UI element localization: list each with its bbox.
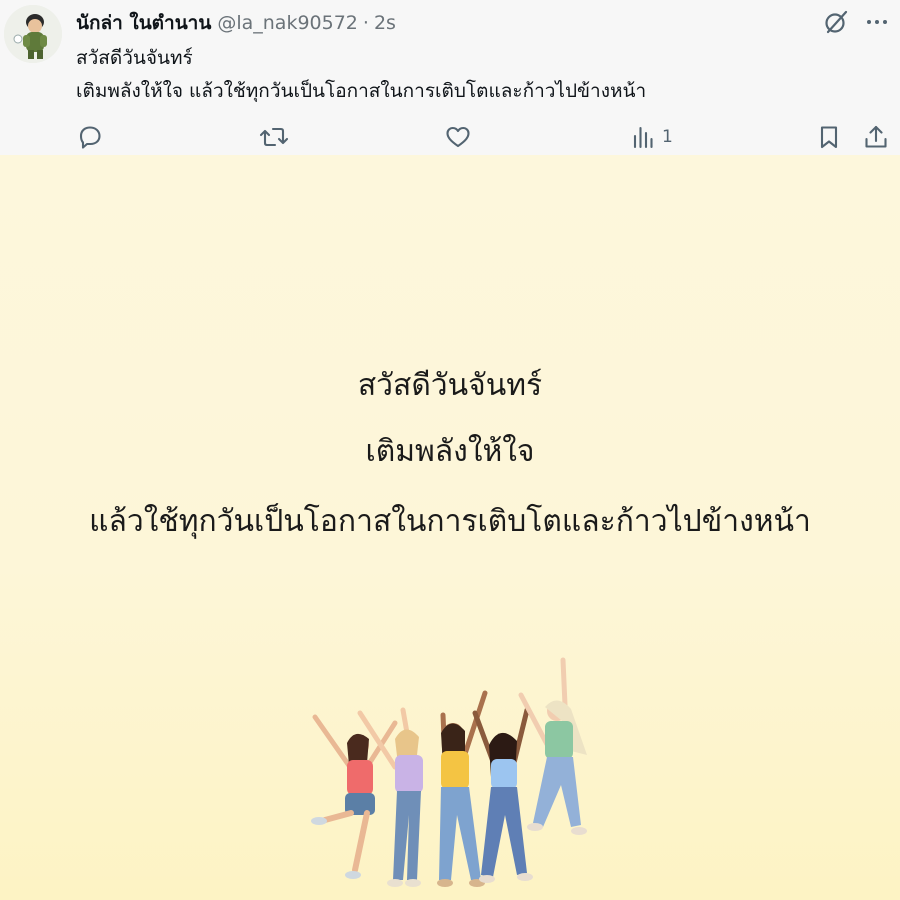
post-meta: นักล่า ในตำนาน @la_nak90572 · 2s xyxy=(76,8,396,34)
post-image[interactable]: สวัสดีวันจันทร์ เติมพลังให้ใจ แล้วใช้ทุก… xyxy=(0,155,900,900)
views-button[interactable]: 1 xyxy=(630,122,673,152)
dancer-4 xyxy=(472,707,533,883)
post-time[interactable]: 2s xyxy=(374,12,396,34)
action-bar: 1 xyxy=(0,122,900,152)
reply-button[interactable] xyxy=(76,122,110,152)
more-icon[interactable] xyxy=(864,9,890,35)
dancing-women-illustration xyxy=(311,657,587,887)
repost-icon xyxy=(259,127,289,147)
image-text-line3: แล้วใช้ทุกวันเป็นโอกาสในการเติบโตและก้าว… xyxy=(89,504,811,539)
share-button[interactable] xyxy=(862,122,890,152)
post-text: สวัสดีวันจันทร์ เติมพลังให้ใจ แล้วใช้ทุก… xyxy=(76,42,876,108)
grok-icon[interactable] xyxy=(822,8,850,36)
author-handle[interactable]: @la_nak90572 xyxy=(217,12,358,34)
post-text-line2: เติมพลังให้ใจ แล้วใช้ทุกวันเป็นโอกาสในกา… xyxy=(76,80,647,102)
repost-button[interactable] xyxy=(258,122,296,152)
meta-separator: · xyxy=(362,12,369,34)
post-text-line1: สวัสดีวันจันทร์ xyxy=(76,47,193,69)
avatar-soldier-illustration xyxy=(4,5,62,63)
image-text-line2: เติมพลังให้ใจ xyxy=(365,434,535,469)
bookmark-icon xyxy=(820,126,838,149)
post: นักล่า ในตำนาน @la_nak90572 · 2s สวัสดีว… xyxy=(0,0,900,900)
like-button[interactable] xyxy=(444,122,478,152)
share-icon xyxy=(865,125,887,148)
reply-icon xyxy=(79,126,101,149)
heart-icon xyxy=(446,126,470,148)
post-header: นักล่า ในตำนาน @la_nak90572 · 2s สวัสดีว… xyxy=(0,0,900,155)
bookmark-button[interactable] xyxy=(815,122,843,152)
views-count: 1 xyxy=(662,127,673,147)
views-icon xyxy=(633,126,653,149)
top-right-actions xyxy=(822,8,890,36)
dancer-1 xyxy=(311,714,398,879)
author-name[interactable]: นักล่า ในตำนาน xyxy=(76,8,211,38)
image-text-line1: สวัสดีวันจันทร์ xyxy=(357,368,543,403)
avatar[interactable] xyxy=(4,5,62,63)
dancer-5 xyxy=(518,657,587,835)
